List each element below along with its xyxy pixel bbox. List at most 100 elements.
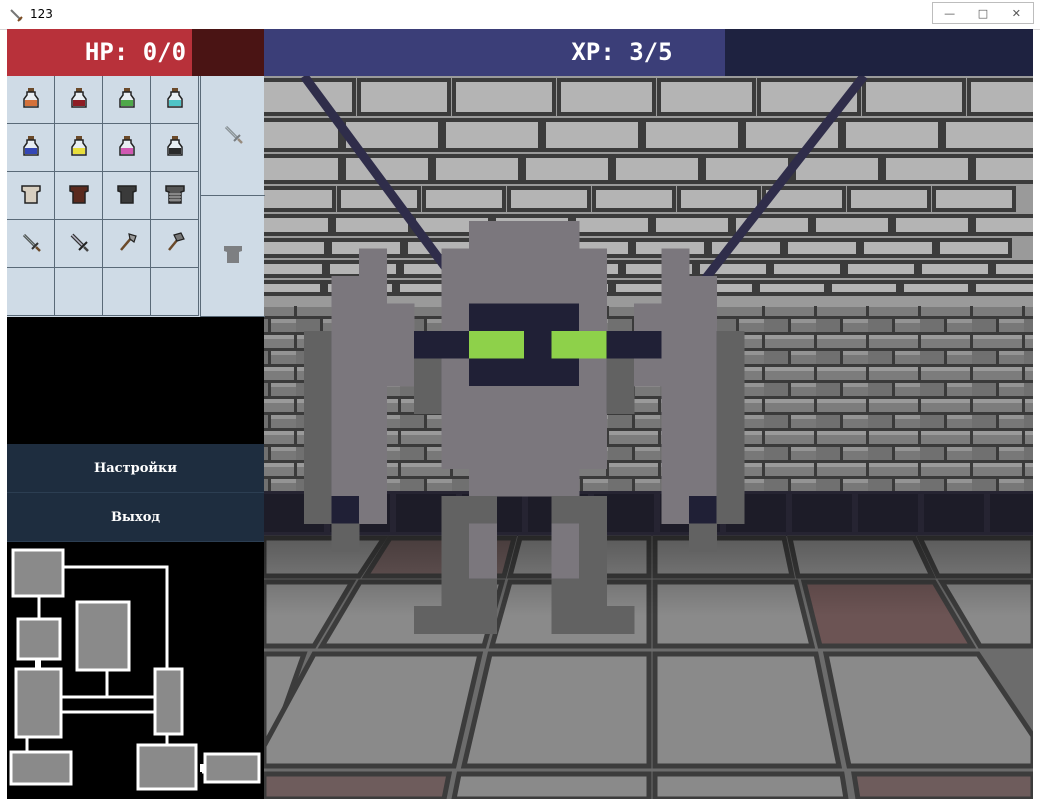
golem-pixel (331, 468, 360, 497)
golem-pixel (661, 413, 690, 442)
golem-pixel (579, 578, 607, 607)
golem-pixel (469, 276, 497, 304)
armor-silhouette-icon (222, 243, 244, 269)
minimap-room (153, 667, 184, 736)
inventory-slot[interactable] (151, 220, 199, 268)
golem-pixel (579, 523, 607, 552)
inventory-slot[interactable] (7, 76, 55, 124)
dungeon-view[interactable] (264, 76, 1033, 799)
golem-pixel (331, 331, 360, 359)
game-menu: Настройки Выход (7, 444, 264, 542)
golem-pixel (551, 441, 580, 469)
game-viewport[interactable]: HP: 0/0 XP: 3/5 Настройки Выход (7, 29, 1033, 799)
inventory-slot[interactable] (7, 172, 55, 220)
broad-sword-icon (68, 231, 90, 257)
exit-button[interactable]: Выход (7, 493, 264, 542)
golem-pixel (359, 386, 387, 414)
inventory-slot[interactable] (55, 172, 103, 220)
golem-pixel (689, 276, 717, 304)
inventory-slot[interactable] (103, 76, 151, 124)
golem-pixel (661, 303, 690, 332)
golem-pixel (716, 386, 745, 414)
close-button[interactable]: ✕ (1000, 3, 1033, 23)
inventory-slot[interactable] (151, 172, 199, 220)
golem-pixel (496, 441, 525, 469)
golem-pixel (579, 606, 607, 634)
golem-pixel (441, 331, 470, 359)
golem-pixel (579, 386, 607, 414)
golem-pixel (689, 523, 717, 552)
inventory-slot[interactable] (55, 220, 103, 268)
golem-pixel (304, 468, 332, 497)
inventory-slot[interactable] (151, 268, 199, 316)
golem-pixel (331, 413, 360, 442)
golem-pixel (304, 331, 332, 359)
golem-pixel (469, 248, 497, 277)
golem-pixel (551, 551, 580, 579)
inventory-slot[interactable] (55, 124, 103, 172)
golem-pixel (606, 606, 635, 634)
golem-pixel (579, 303, 607, 332)
inventory-slot[interactable] (7, 268, 55, 316)
golem-pixel (551, 276, 580, 304)
golem-pixel (441, 578, 470, 607)
golem-pixel (331, 276, 360, 304)
inventory-slot[interactable] (103, 220, 151, 268)
golem-pixel (579, 358, 607, 387)
weapon-slot[interactable] (200, 76, 265, 196)
golem-pixel (661, 248, 690, 277)
minimap-room (75, 600, 131, 672)
golem-pixel (331, 441, 360, 469)
golem-pixel (524, 331, 552, 359)
inventory-slot[interactable] (55, 76, 103, 124)
inventory-slot[interactable] (103, 268, 151, 316)
settings-button[interactable]: Настройки (7, 444, 264, 493)
inventory-slot[interactable] (55, 268, 103, 316)
minimap[interactable] (7, 542, 264, 799)
golem-pixel (441, 303, 470, 332)
inventory-slot[interactable] (151, 76, 199, 124)
golem-pixel (661, 441, 690, 469)
golem-pixel (469, 578, 497, 607)
potion-cyan-icon (165, 87, 185, 113)
golem-pixel (359, 441, 387, 469)
golem-enemy[interactable] (264, 76, 1033, 799)
inventory-slot[interactable] (7, 124, 55, 172)
axe-icon (116, 231, 138, 257)
golem-pixel (689, 331, 717, 359)
inventory-slot[interactable] (103, 124, 151, 172)
golem-pixel (441, 276, 470, 304)
golem-pixel (441, 441, 470, 469)
golem-pixel (469, 551, 497, 579)
chain-armor-icon (164, 183, 186, 209)
golem-pixel (661, 331, 690, 359)
minimap-map (9, 548, 261, 791)
minimize-button[interactable]: — (933, 3, 966, 23)
potion-green-icon (117, 87, 137, 113)
maximize-button[interactable]: □ (966, 3, 999, 23)
golem-eye (579, 331, 607, 359)
minimap-room (203, 752, 261, 784)
golem-pixel (524, 358, 552, 387)
golem-pixel (359, 276, 387, 304)
golem-pixel (414, 606, 442, 634)
title-bar[interactable]: 123 — □ ✕ (0, 0, 1040, 30)
golem-pixel (441, 413, 470, 442)
inventory-panel (7, 76, 265, 317)
potion-orange-icon (21, 87, 41, 113)
golem-eye (469, 331, 497, 359)
golem-pixel (304, 413, 332, 442)
golem-pixel (469, 413, 497, 442)
golem-eye (496, 331, 525, 359)
golem-pixel (524, 468, 552, 497)
golem-pixel (414, 358, 442, 387)
inventory-slot[interactable] (151, 124, 199, 172)
window-title: 123 (30, 7, 53, 21)
golem-pixel (469, 358, 497, 387)
inventory-slot[interactable] (103, 172, 151, 220)
golem-pixel (579, 551, 607, 579)
golem-pixel (579, 496, 607, 524)
armor-slot[interactable] (200, 196, 265, 317)
golem-pixel (469, 523, 497, 552)
inventory-slot[interactable] (7, 220, 55, 268)
